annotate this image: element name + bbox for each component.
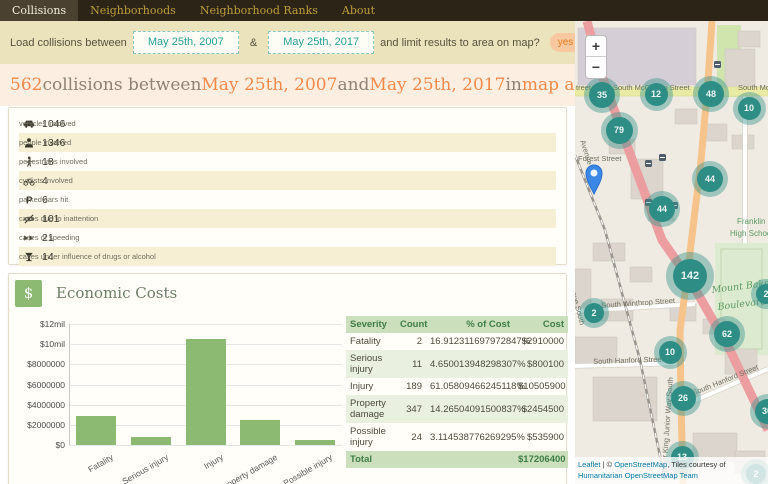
zoom-in-button[interactable]: +: [586, 36, 606, 57]
y-axis-tick-label: $0: [17, 440, 65, 450]
stat-label: cases under influence of drugs or alcoho…: [19, 252, 156, 261]
marker-cluster[interactable]: 48: [698, 81, 724, 107]
y-axis-tick-label: $12mil: [17, 319, 65, 329]
ampersand-label: &: [250, 37, 257, 49]
marker-cluster[interactable]: 2: [584, 303, 604, 323]
tab-collisions[interactable]: Collisions: [0, 0, 78, 21]
date-to-input[interactable]: May 25th, 2017: [268, 31, 374, 54]
marker-cluster[interactable]: 44: [697, 166, 723, 192]
attribution-text: , Tiles courtesy of: [667, 460, 725, 469]
filter-prefix-label: Load collisions between: [10, 37, 127, 49]
stat-row-cyclists: cyclists involved 4: [19, 171, 556, 190]
table-row: Property damage347 14.26504091500837%$24…: [346, 395, 568, 423]
stat-row-speeding: cases of speeding 21: [19, 228, 556, 247]
y-axis-tick-label: $6000000: [17, 380, 65, 390]
economic-costs-bar-chart: $12mil $10mil $8000000 $6000000 $4000000 $200…: [17, 314, 349, 484]
bar-injury: [186, 339, 226, 445]
stat-label: cyclists involved: [19, 176, 73, 185]
marker-cluster[interactable]: 44: [649, 196, 675, 222]
economic-costs-header: $ Economic Costs: [9, 274, 566, 312]
dollar-icon: $: [15, 280, 42, 307]
attribution-text: | ©: [601, 460, 615, 469]
marker-cluster[interactable]: 62: [714, 321, 740, 347]
col-cost: Cost: [514, 316, 568, 333]
headline-date-to: May 25th, 2017: [369, 75, 505, 95]
marker-cluster[interactable]: 12: [645, 83, 668, 106]
map[interactable]: + − 351248107944441422262102630132 treet…: [575, 21, 768, 484]
table-row: Fatality2 16.912311697972847%$2910000: [346, 333, 568, 350]
severity-table-header: Severity Count % of Cost Cost: [346, 316, 568, 333]
openstreetmap-link[interactable]: OpenStreetMap: [614, 460, 667, 469]
hot-osm-link[interactable]: Humanitarian OpenStreetMap Team: [578, 471, 698, 480]
marker-cluster[interactable]: 142: [673, 259, 707, 293]
headline-text: and: [337, 75, 369, 95]
location-pin-marker[interactable]: [583, 159, 605, 195]
bar-property-damage: [240, 420, 280, 445]
gridline: [69, 445, 342, 446]
stat-row-inattention: cases due to inattention 101: [19, 209, 556, 228]
stat-label: cases due to inattention: [19, 214, 98, 223]
toggle-yes-label: yes: [558, 37, 574, 48]
stat-row-people: people involved 1346: [19, 133, 556, 152]
stat-row-pedestrians: pedestrians involved 18: [19, 152, 556, 171]
street-label: High School: [730, 229, 768, 238]
stat-label: vehicles involved: [19, 119, 76, 128]
y-axis-tick-label: $4000000: [17, 400, 65, 410]
stat-label: pedestrians involved: [19, 157, 87, 166]
table-row: Injury189 61.05809466245118%$10505900: [346, 378, 568, 395]
y-axis-tick-label: $10mil: [17, 339, 65, 349]
col-pct-cost: % of Cost: [426, 316, 514, 333]
col-count: Count: [396, 316, 426, 333]
marker-cluster[interactable]: 79: [606, 117, 633, 144]
leaflet-link[interactable]: Leaflet: [578, 460, 601, 469]
headline-text: in: [505, 75, 521, 95]
marker-cluster[interactable]: 26: [671, 386, 696, 411]
street-label: South McC: [738, 83, 768, 92]
app: Collisions Neighborhoods Neighborhood Ra…: [0, 0, 768, 484]
tab-neighborhood-ranks[interactable]: Neighborhood Ranks: [188, 0, 330, 21]
tab-about[interactable]: About: [330, 0, 387, 21]
zoom-out-button[interactable]: −: [586, 57, 606, 78]
x-axis-tick-label: Fatality: [24, 452, 116, 484]
date-from-input[interactable]: May 25th, 2007: [133, 31, 239, 54]
map-attribution: Leaflet | © OpenStreetMap, Tiles courtes…: [575, 457, 768, 484]
top-nav: Collisions Neighborhoods Neighborhood Ra…: [0, 0, 768, 21]
collision-stats-panel: vehicles involved 1046 people involved 1…: [8, 107, 567, 265]
col-severity: Severity: [346, 316, 396, 333]
filter-suffix-label: and limit results to area on map?: [380, 37, 540, 49]
stat-row-vehicles: vehicles involved 1046: [19, 114, 556, 133]
bar-serious-injury: [131, 437, 171, 445]
gridline: [69, 324, 342, 325]
collision-count: 562: [10, 75, 42, 95]
headline-date-from: May 25th, 2007: [201, 75, 337, 95]
street-label: Franklin: [737, 217, 765, 226]
stat-label: parked cars hit: [19, 195, 68, 204]
y-axis-line: [69, 324, 70, 445]
map-zoom-control: + −: [585, 35, 607, 79]
economic-costs-panel: $ Economic Costs $12mil $10mil $8000000 $60…: [8, 273, 567, 484]
marker-cluster[interactable]: 35: [589, 82, 615, 108]
stat-label: people involved: [19, 138, 71, 147]
table-row: Possible injury24 3.114538776269295%$535…: [346, 423, 568, 451]
stat-row-dui: cases under influence of drugs or alcoho…: [19, 247, 556, 266]
marker-cluster[interactable]: 10: [659, 341, 682, 364]
economic-costs-title: Economic Costs: [56, 284, 177, 302]
stat-label: cases of speeding: [19, 233, 79, 242]
bar-fatality: [76, 416, 116, 445]
stat-row-parked-cars: P parked cars hit 6: [19, 190, 556, 209]
marker-cluster[interactable]: 10: [738, 97, 761, 120]
bar-possible-injury: [295, 440, 335, 445]
tab-neighborhoods[interactable]: Neighborhoods: [78, 0, 188, 21]
table-total-row: Total $17206400: [346, 451, 568, 468]
y-axis-tick-label: $8000000: [17, 359, 65, 369]
severity-table: Severity Count % of Cost Cost Fatality2 …: [346, 316, 568, 468]
headline-text: collisions between: [42, 75, 201, 95]
table-row: Serious injury11 4.650013948298307%$8001…: [346, 350, 568, 378]
y-axis-tick-label: $2000000: [17, 420, 65, 430]
